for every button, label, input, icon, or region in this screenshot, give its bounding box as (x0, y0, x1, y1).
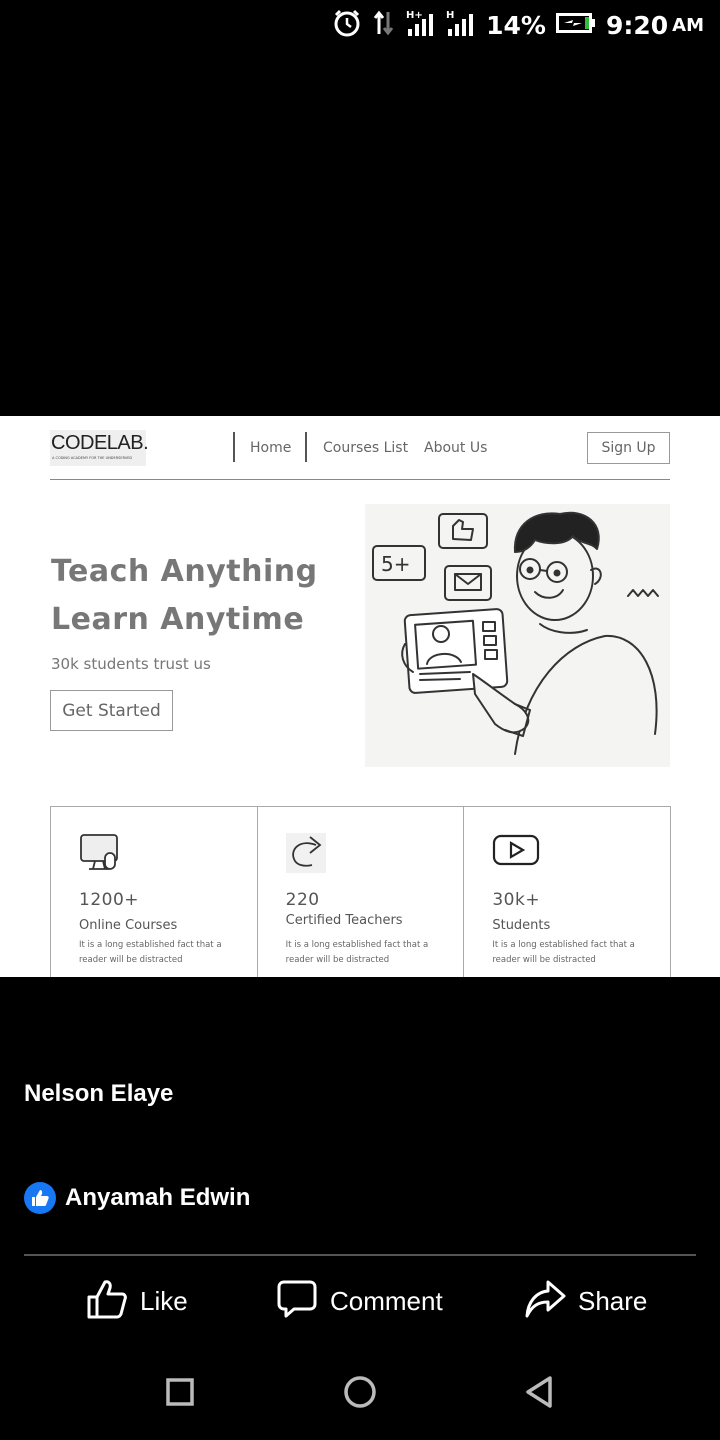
nav-divider (305, 432, 307, 462)
like-label: Like (140, 1285, 188, 1316)
site-navbar: CODELAB. A CODING ACADEMY FOR THE UNDERS… (50, 430, 670, 480)
hero-illustration: 5+ (365, 504, 670, 767)
nav-divider (233, 432, 235, 462)
comment-bubble-icon (276, 1278, 318, 1325)
battery-charging-icon (555, 12, 596, 38)
stat-card: 220 Certified Teachers It is a long esta… (258, 807, 465, 977)
clock-time: 9:20 (605, 10, 669, 40)
stat-label: Certified Teachers (285, 913, 403, 928)
recents-square-icon[interactable] (165, 1374, 195, 1415)
clock-ampm: AM (672, 14, 704, 36)
logo-name: CODELAB. (51, 432, 149, 454)
stat-description: It is a long established fact that a rea… (285, 940, 429, 965)
system-nav-bar (0, 1360, 720, 1424)
nav-link-home: Home (250, 440, 292, 456)
stat-label: Online Courses (79, 918, 178, 933)
codelab-logo: CODELAB. A CODING ACADEMY FOR THE UNDERS… (50, 430, 149, 466)
nav-link-courses: Courses List (323, 440, 409, 456)
svg-text:H: H (446, 10, 454, 21)
comment-button[interactable]: Comment (276, 1278, 443, 1324)
reactor-name: Anyamah Edwin (65, 1184, 251, 1211)
stat-card: 1200+ Online Courses It is a long establ… (51, 807, 258, 977)
signup-button: Sign Up (587, 432, 670, 464)
data-transfer-icon (372, 10, 396, 40)
post-action-bar: Like Comment Share (0, 1278, 720, 1324)
battery-percent: 14% (486, 10, 546, 40)
back-triangle-icon[interactable] (524, 1374, 556, 1415)
hero-subtitle: 30k students trust us (51, 655, 211, 673)
post-author[interactable]: Nelson Elaye (24, 1080, 173, 1108)
nav-link-about: About Us (424, 440, 488, 456)
get-started-button: Get Started (50, 690, 173, 731)
svg-text:H+: H+ (406, 10, 423, 21)
signal-h-icon: H (446, 9, 476, 41)
home-circle-icon[interactable] (342, 1374, 378, 1415)
action-divider (24, 1254, 696, 1256)
comment-label: Comment (330, 1285, 443, 1316)
logo-tagline: A CODING ACADEMY FOR THE UNDERSERVED (52, 456, 133, 460)
hero-title-line-2: Learn Anytime (51, 602, 305, 637)
status-bar: H+ H 14% 9:20 AM (0, 0, 720, 50)
stat-description: It is a long established fact that a rea… (492, 940, 635, 965)
like-button[interactable]: Like (86, 1278, 188, 1324)
like-reaction-icon (24, 1182, 56, 1214)
stat-label: Students (492, 918, 551, 933)
bubble-text: 5+ (381, 552, 410, 576)
stats-row: 1200+ Online Courses It is a long establ… (50, 806, 671, 977)
redo-arrow-icon (285, 833, 326, 877)
reaction-summary[interactable]: Anyamah Edwin (24, 1182, 250, 1214)
share-label: Share (578, 1285, 648, 1316)
play-icon (492, 833, 540, 871)
stat-number: 30k+ (492, 890, 541, 910)
stat-number: 220 (285, 890, 320, 910)
monitor-icon (79, 833, 119, 875)
share-arrow-icon (524, 1278, 566, 1325)
post-image[interactable]: CODELAB. A CODING ACADEMY FOR THE UNDERS… (0, 416, 720, 977)
stat-card: 30k+ Students It is a long established f… (464, 807, 670, 977)
signal-h-plus-icon: H+ (406, 9, 436, 41)
alarm-icon (332, 8, 362, 42)
thumbs-up-icon (86, 1278, 128, 1325)
share-button[interactable]: Share (524, 1278, 647, 1324)
hero-title: Teach Anything Learn Anytime (51, 548, 318, 644)
stat-number: 1200+ (79, 890, 140, 910)
hero-title-line-1: Teach Anything (51, 554, 318, 589)
stat-description: It is a long established fact that a rea… (79, 940, 222, 965)
